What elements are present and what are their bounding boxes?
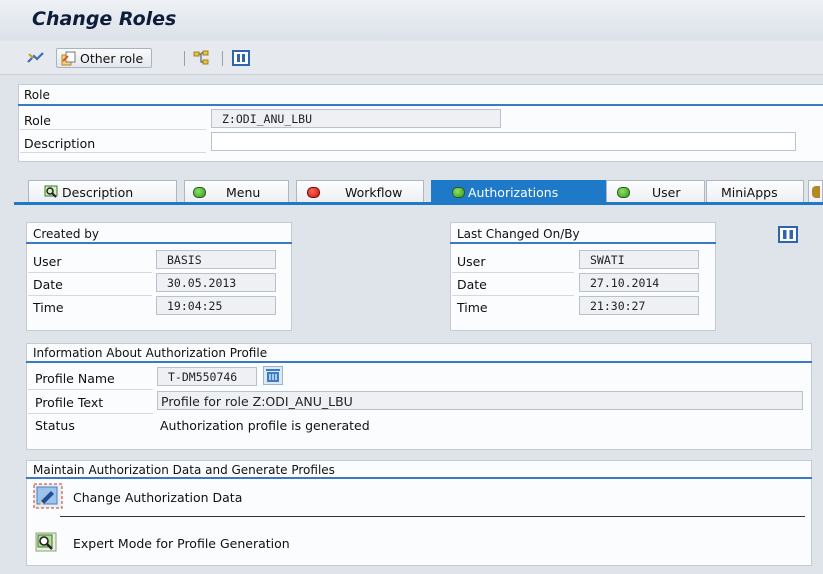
role-field[interactable]: Z:ODI_ANU_LBU	[211, 109, 501, 128]
tab-label: Authorizations	[468, 184, 559, 200]
changed-date-field[interactable]: 27.10.2014	[579, 273, 699, 292]
role-label: Role	[24, 113, 51, 128]
created-date-field[interactable]: 30.05.2013	[156, 273, 276, 292]
tab-underline	[14, 202, 823, 205]
page-title: Change Roles	[32, 8, 177, 30]
toolbar-separator	[184, 51, 185, 66]
tab-description[interactable]: Description	[28, 180, 177, 203]
profile-info-line	[26, 361, 812, 363]
pencil-icon	[33, 483, 63, 509]
status-green-icon	[193, 186, 206, 198]
maintain-divider	[60, 516, 805, 517]
row-divider	[452, 295, 574, 296]
display-change-button[interactable]	[26, 48, 46, 68]
tab-miniapps[interactable]: MiniApps	[706, 180, 804, 203]
row-divider	[28, 272, 152, 273]
row-divider	[20, 129, 206, 130]
other-role-button[interactable]: Other role	[56, 48, 153, 68]
row-divider	[20, 152, 206, 153]
created-time-label: Time	[33, 300, 64, 315]
expert-mode-button[interactable]	[35, 532, 57, 555]
status-red-icon	[307, 186, 320, 198]
status-label: Status	[35, 418, 75, 433]
profile-info-header: Information About Authorization Profile	[33, 346, 268, 360]
hierarchy-button[interactable]	[193, 48, 211, 68]
profile-text-label: Profile Text	[35, 395, 104, 410]
tab-user[interactable]: User	[606, 180, 705, 203]
created-by-line	[26, 242, 292, 244]
tab-workflow[interactable]: Workflow	[296, 180, 424, 203]
profile-info-button[interactable]	[778, 226, 798, 246]
delete-profile-button[interactable]	[263, 366, 283, 388]
created-user-field[interactable]: BASIS	[156, 250, 276, 269]
maintain-line	[26, 477, 812, 479]
tab-authorizations[interactable]: Authorizations	[431, 180, 606, 203]
tab-label: Description	[62, 184, 134, 200]
tab-menu[interactable]: Menu	[184, 180, 289, 203]
row-divider	[28, 389, 153, 390]
hierarchy-icon	[193, 50, 209, 65]
row-divider	[28, 295, 152, 296]
info-icon	[232, 50, 250, 66]
changed-time-label: Time	[457, 300, 488, 315]
created-date-label: Date	[33, 277, 63, 292]
tab-label: User	[652, 184, 681, 200]
tab-label: Workflow	[345, 184, 403, 200]
tab-scroll-next[interactable]	[808, 180, 823, 203]
change-auth-data-button[interactable]	[33, 483, 63, 512]
description-field[interactable]	[211, 132, 796, 151]
expert-icon	[44, 185, 58, 198]
tab-label: MiniApps	[721, 184, 778, 200]
delete-icon	[263, 366, 283, 385]
last-changed-header: Last Changed On/By	[457, 227, 580, 241]
maintain-header: Maintain Authorization Data and Generate…	[33, 463, 335, 477]
description-label: Description	[24, 136, 96, 151]
created-by-header: Created by	[33, 227, 100, 241]
profile-name-label: Profile Name	[35, 371, 115, 386]
tab-strip: Description Menu Workflow Authorizations…	[0, 180, 823, 203]
toolbar-separator	[222, 51, 223, 66]
role-group-header: Role	[24, 88, 50, 102]
changed-user-field[interactable]: SWATI	[579, 250, 699, 269]
display-change-icon	[27, 52, 44, 63]
changed-time-field[interactable]: 21:30:27	[579, 296, 699, 315]
status-value: Authorization profile is generated	[160, 418, 370, 433]
other-role-icon	[61, 51, 76, 65]
status-green-icon	[452, 186, 465, 198]
tab-label: Menu	[226, 184, 261, 200]
expert-icon	[35, 532, 57, 552]
expert-mode-label[interactable]: Expert Mode for Profile Generation	[73, 536, 290, 551]
status-green-icon	[617, 186, 630, 198]
role-group-line	[18, 104, 823, 106]
application-toolbar: Other role	[0, 41, 823, 75]
row-divider	[452, 272, 574, 273]
created-user-label: User	[33, 254, 62, 269]
last-changed-line	[450, 242, 716, 244]
change-auth-data-label[interactable]: Change Authorization Data	[73, 490, 242, 505]
info-button[interactable]	[232, 48, 250, 68]
info-icon	[778, 226, 798, 243]
created-time-field[interactable]: 19:04:25	[156, 296, 276, 315]
tab-overflow-icon	[812, 186, 820, 198]
row-divider	[28, 413, 153, 414]
profile-name-field[interactable]: T-DM550746	[157, 367, 257, 386]
other-role-label: Other role	[80, 50, 144, 66]
changed-date-label: Date	[457, 277, 487, 292]
changed-user-label: User	[457, 254, 486, 269]
title-bar: Change Roles	[0, 0, 823, 40]
profile-text-field[interactable]: Profile for role Z:ODI_ANU_LBU	[157, 391, 803, 410]
